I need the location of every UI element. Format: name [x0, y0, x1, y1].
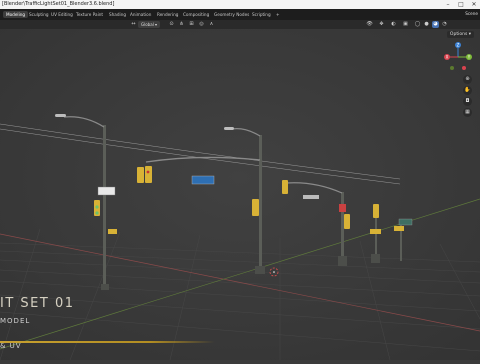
gizmo-y-label: Y — [467, 55, 471, 60]
visibility-icon[interactable]: 👁 — [366, 21, 373, 28]
pivot-point-icon[interactable]: ⊙ — [168, 21, 175, 28]
transform-orientation-icon: ↔ — [131, 21, 136, 27]
workspace-tabs-bar: Modeling Sculpting UV Editing Texture Pa… — [0, 9, 480, 20]
perspective-toggle-icon[interactable]: ▦ — [463, 108, 472, 117]
tab-compositing[interactable]: Compositing — [180, 11, 212, 18]
overlay-subtitle: MODEL — [0, 317, 31, 325]
window-title: [Blender\TrafficLightSet01_Blender3.6.bl… — [2, 1, 115, 7]
proportional-falloff-icon[interactable]: ∧ — [208, 21, 215, 28]
gizmo-x-label: X — [446, 55, 449, 60]
overlay-divider-line — [0, 341, 215, 343]
proportional-edit-icon[interactable]: ◎ — [198, 21, 205, 28]
tab-shading[interactable]: Shading — [106, 11, 129, 18]
overlay-title: IT SET 01 — [0, 296, 75, 311]
pan-hand-icon[interactable]: ✋ — [463, 86, 472, 95]
transform-orientation-label: Global — [141, 22, 154, 27]
minimize-icon[interactable]: – — [442, 0, 454, 9]
shading-material-icon[interactable]: ◕ — [432, 21, 439, 28]
zoom-icon[interactable]: ⊕ — [463, 75, 472, 84]
shading-rendered-icon[interactable]: ◔ — [441, 21, 448, 28]
tab-rendering[interactable]: Rendering — [154, 11, 181, 18]
viewport-options-dropdown[interactable]: Options ▾ — [446, 31, 474, 38]
gizmo-negative-y[interactable] — [450, 66, 454, 70]
tab-scripting[interactable]: Scripting — [249, 11, 274, 18]
tab-texture-paint[interactable]: Texture Paint — [73, 11, 106, 18]
maximize-icon[interactable]: □ — [455, 0, 467, 9]
tab-animation[interactable]: Animation — [127, 11, 154, 18]
gizmo-negative-x[interactable] — [462, 66, 466, 70]
tab-add-workspace[interactable]: + — [273, 11, 283, 18]
tab-uv-editing[interactable]: UV Editing — [48, 11, 76, 18]
xray-icon[interactable]: ▣ — [402, 21, 409, 28]
viewport-header: ↔ Global ▾ ⊙ ⋔ ⊞ ◎ ∧ 👁 ✥ ◐ ▣ ◯ ● ◕ ◔ — [0, 20, 480, 29]
options-label: Options — [449, 32, 468, 37]
overlays-icon[interactable]: ◐ — [390, 21, 397, 28]
window-titlebar: [Blender\TrafficLightSet01_Blender3.6.bl… — [0, 0, 480, 9]
tab-modeling[interactable]: Modeling — [3, 11, 29, 18]
shading-solid-icon[interactable]: ● — [423, 21, 430, 28]
scene-selector[interactable]: Scene — [465, 11, 478, 16]
snap-icon[interactable]: ⋔ — [178, 21, 185, 28]
gizmo-toggle-icon[interactable]: ✥ — [378, 21, 385, 28]
transform-orientation-dropdown[interactable]: Global ▾ — [138, 21, 161, 28]
tab-geometry-nodes[interactable]: Geometry Nodes — [211, 11, 252, 18]
navigation-gizmo[interactable]: Z Y X — [440, 40, 476, 74]
overlay-bottom-text: & UV — [0, 342, 22, 350]
shading-wireframe-icon[interactable]: ◯ — [414, 21, 421, 28]
gizmo-z-label: Z — [457, 43, 460, 48]
camera-view-icon[interactable]: ◘ — [463, 97, 472, 106]
close-icon[interactable]: ✕ — [468, 0, 480, 9]
snap-target-icon[interactable]: ⊞ — [188, 21, 195, 28]
